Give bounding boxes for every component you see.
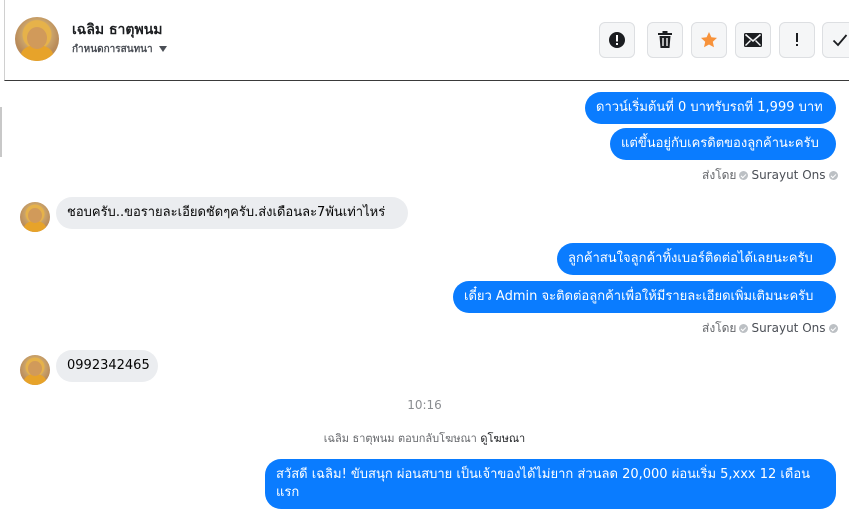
verified-check-icon bbox=[828, 171, 838, 180]
message-text: ลูกค้าสนใจลูกค้าทิ้งเบอร์ติดต่อได้เลยนะค… bbox=[568, 251, 813, 266]
sent-by-label: ส่งโดย Surayut Ons bbox=[702, 166, 841, 185]
delete-button[interactable] bbox=[647, 22, 683, 58]
incoming-message[interactable]: ชอบครับ..ขอรายละเอียดชัดๆครับ.ส่งเดือนละ… bbox=[56, 197, 408, 229]
scrollbar[interactable] bbox=[0, 107, 2, 157]
star-icon bbox=[701, 32, 717, 48]
spam-button[interactable] bbox=[599, 22, 635, 58]
exclamation-icon bbox=[796, 33, 798, 46]
conversation-status-dropdown[interactable]: กำหนดการสนทนา bbox=[72, 42, 167, 57]
trash-icon bbox=[658, 31, 672, 48]
verified-check-icon bbox=[828, 324, 838, 333]
message-text: แต่ขึ้นอยู่กับเครดิตของลูกค้านะครับ bbox=[621, 136, 819, 151]
outgoing-message[interactable]: ลูกค้าสนใจลูกค้าทิ้งเบอร์ติดต่อได้เลยนะค… bbox=[557, 243, 836, 275]
sent-by-author[interactable]: Surayut Ons bbox=[751, 321, 825, 335]
message-timestamp: 10:16 bbox=[407, 398, 442, 412]
ad-reply-note: เฉลิม ธาตุพนม ตอบกลับโฆษณา ดูโฆษณา bbox=[0, 429, 849, 447]
verified-check-icon bbox=[739, 171, 749, 180]
conversation-header: เฉลิม ธาตุพนม กำหนดการสนทนา bbox=[4, 0, 849, 81]
sent-by-author[interactable]: Surayut Ons bbox=[751, 168, 825, 182]
ad-reply-text: เฉลิม ธาตุพนม ตอบกลับโฆษณา bbox=[323, 432, 477, 445]
message-text: ดาวน์เริ่มต้นที่ 0 บาทรับรถที่ 1,999 บาท bbox=[596, 100, 823, 115]
sent-by-prefix: ส่งโดย bbox=[702, 321, 737, 335]
contact-avatar[interactable] bbox=[20, 355, 50, 385]
message-text: สวัสดี เฉลิม! ขับสนุก ผ่อนสบาย เป็นเจ้าข… bbox=[276, 467, 811, 500]
outgoing-message[interactable]: แต่ขึ้นอยู่กับเครดิตของลูกค้านะครับ bbox=[610, 128, 836, 160]
conversation-status-label: กำหนดการสนทนา bbox=[72, 44, 153, 55]
message-text: เดี๋ยว Admin จะติดต่อลูกค้าเพื่อให้มีราย… bbox=[464, 289, 814, 304]
star-button[interactable] bbox=[691, 22, 727, 58]
message-text: 0992342465 bbox=[67, 358, 150, 373]
envelope-icon bbox=[744, 33, 762, 47]
message-text: ชอบครับ..ขอรายละเอียดชัดๆครับ.ส่งเดือนละ… bbox=[67, 205, 386, 220]
incoming-message[interactable]: 0992342465 bbox=[56, 350, 158, 382]
contact-avatar[interactable] bbox=[20, 202, 50, 232]
done-button[interactable] bbox=[822, 22, 849, 58]
outgoing-message[interactable]: เดี๋ยว Admin จะติดต่อลูกค้าเพื่อให้มีราย… bbox=[453, 281, 836, 313]
outgoing-message[interactable]: สวัสดี เฉลิม! ขับสนุก ผ่อนสบาย เป็นเจ้าข… bbox=[265, 459, 836, 509]
message-thread[interactable]: ดาวน์เริ่มต้นที่ 0 บาทรับรถที่ 1,999 บาท… bbox=[0, 82, 849, 515]
outgoing-message[interactable]: ดาวน์เริ่มต้นที่ 0 บาทรับรถที่ 1,999 บาท bbox=[585, 92, 836, 124]
sent-by-label: ส่งโดย Surayut Ons bbox=[702, 319, 841, 338]
alert-circle-icon bbox=[609, 32, 625, 48]
verified-check-icon bbox=[739, 324, 749, 333]
follow-up-button[interactable] bbox=[779, 22, 815, 58]
check-icon bbox=[832, 34, 848, 47]
contact-name[interactable]: เฉลิม ธาตุพนม bbox=[72, 19, 163, 41]
sent-by-prefix: ส่งโดย bbox=[702, 168, 737, 182]
caret-down-icon bbox=[158, 46, 167, 52]
contact-avatar[interactable] bbox=[15, 17, 59, 61]
view-ad-link[interactable]: ดูโฆษณา bbox=[480, 432, 525, 445]
mark-unread-button[interactable] bbox=[735, 22, 771, 58]
